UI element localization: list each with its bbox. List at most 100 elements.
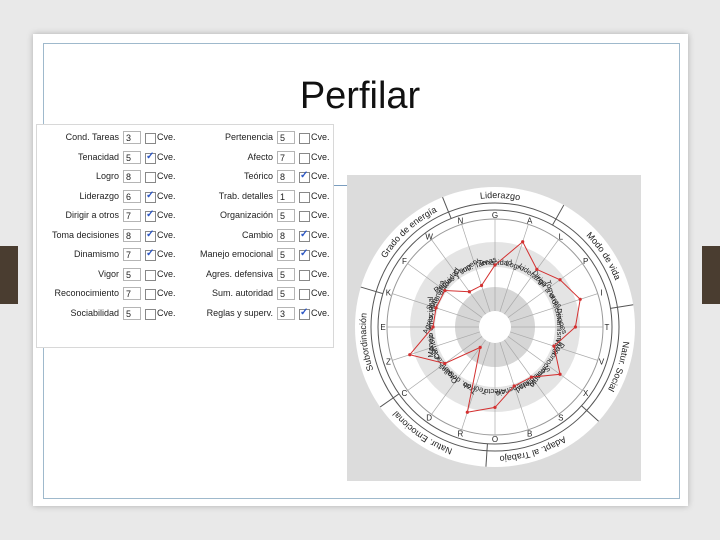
factor-form-panel: Cond. Tareas 3 Cve. Tenacidad 5 Cve. Logro 8 Cve… [36, 124, 334, 348]
factor-checkbox[interactable] [145, 308, 156, 320]
factor-value-input[interactable]: 1 [277, 189, 295, 203]
factor-value-input[interactable]: 3 [123, 131, 141, 144]
factor-value-input[interactable]: 5 [277, 248, 295, 261]
checkbox-label: Cve. [311, 288, 330, 298]
factor-checkbox[interactable] [299, 229, 310, 242]
profile-wheel: G A L P I T V X S B O R D C Z E K F W N Grado de energía Lide… [347, 175, 641, 481]
factor-checkbox[interactable] [299, 211, 310, 222]
profile-point [573, 325, 577, 329]
profile-point [493, 405, 497, 409]
checkbox-label: Cve. [311, 307, 330, 318]
factor-letter: O [492, 435, 498, 444]
profile-point [478, 345, 482, 349]
factor-label: Logro [95, 171, 119, 181]
factor-label: Cambio [241, 229, 273, 240]
factor-value-input[interactable]: 7 [123, 287, 141, 300]
profile-wheel-svg: GALPITVXSBORDCZEKFWNGrado de energíaLide… [355, 187, 635, 467]
factor-value-input[interactable]: 5 [277, 209, 295, 222]
factor-value-input[interactable]: 5 [123, 150, 141, 164]
factor-checkbox[interactable] [299, 289, 310, 300]
factor-checkbox[interactable] [145, 248, 156, 261]
factor-checkbox[interactable] [145, 289, 156, 300]
factor-label: Trab. detalles [218, 190, 273, 201]
profile-point [434, 306, 438, 310]
checkbox-label: Cve. [311, 210, 330, 220]
factor-checkbox[interactable] [299, 269, 310, 281]
factor-value-input[interactable]: 7 [123, 209, 141, 222]
checkbox-label: Cve. [157, 288, 176, 298]
factor-letter: P [583, 257, 588, 266]
factor-letter: V [599, 358, 605, 367]
checkbox-label: Cve. [157, 268, 176, 279]
profile-point [535, 267, 539, 271]
factor-value-input[interactable]: 8 [277, 170, 295, 183]
factor-value-input[interactable]: 8 [277, 228, 295, 242]
factor-value-input[interactable]: 5 [123, 306, 141, 320]
factor-letter: K [386, 288, 392, 297]
factor-letter: G [492, 211, 498, 220]
checkbox-label: Cve. [311, 132, 330, 142]
factor-value-input[interactable]: 5 [277, 131, 295, 144]
factor-letter: X [583, 389, 589, 398]
profile-point [558, 372, 562, 376]
left-edge-tab [0, 246, 18, 304]
factor-label: Reconocimiento [54, 288, 119, 298]
factor-checkbox[interactable] [299, 133, 310, 144]
factor-letter: A [527, 216, 533, 225]
factor-checkbox[interactable] [299, 307, 310, 320]
checkbox-label: Cve. [157, 190, 176, 201]
profile-point [467, 290, 471, 294]
factor-checkbox[interactable] [145, 190, 156, 203]
factor-label: Dinamismo [73, 249, 119, 259]
factor-checkbox[interactable] [299, 248, 310, 261]
profile-point [578, 297, 582, 301]
factor-checkbox[interactable] [145, 229, 156, 242]
factor-checkbox[interactable] [299, 191, 310, 203]
factor-letter: S [558, 414, 563, 423]
factor-label: Teórico [243, 171, 273, 181]
factor-value-input[interactable]: 6 [123, 189, 141, 203]
center-hub [479, 311, 511, 343]
factor-checkbox[interactable] [299, 152, 310, 164]
checkbox-label: Cve. [157, 307, 176, 318]
factor-checkbox[interactable] [145, 133, 156, 144]
factor-label: Agres. defensiva [205, 268, 273, 279]
factor-letter: R [457, 430, 463, 439]
factor-label: Toma decisiones [51, 229, 119, 240]
factor-checkbox[interactable] [145, 209, 156, 222]
checkbox-label: Cve. [157, 210, 176, 220]
factor-value-input[interactable]: 5 [123, 267, 141, 281]
checkbox-label: Cve. [157, 171, 176, 181]
profile-point [443, 361, 447, 366]
factor-letter: T [605, 323, 610, 332]
factor-checkbox[interactable] [299, 170, 310, 183]
factor-checkbox[interactable] [145, 172, 156, 183]
checkbox-label: Cve. [311, 171, 330, 181]
factor-label: Pertenencia [224, 132, 273, 142]
checkbox-label: Cve. [157, 132, 176, 142]
factor-value-input[interactable]: 7 [123, 248, 141, 261]
factor-checkbox[interactable] [145, 151, 156, 164]
factor-value-input[interactable]: 5 [277, 287, 295, 300]
factor-letter: L [559, 232, 564, 241]
factor-letter: W [425, 232, 433, 241]
factor-label: Sociabilidad [70, 307, 119, 318]
factor-label: Reglas y superv. [206, 307, 273, 318]
factor-letter: B [527, 430, 532, 439]
factor-value-input[interactable]: 8 [123, 170, 141, 183]
factor-letter: D [426, 414, 432, 423]
factor-label: Vigor [98, 268, 119, 279]
factor-value-input[interactable]: 5 [277, 267, 295, 281]
profile-point [493, 263, 497, 267]
slide-title: Perfilar [299, 75, 421, 117]
checkbox-label: Cve. [157, 249, 176, 259]
factor-label: Cond. Tareas [65, 132, 119, 142]
factor-value-input[interactable]: 3 [277, 306, 295, 320]
factor-label: Organización [219, 210, 273, 220]
checkbox-label: Cve. [311, 249, 330, 259]
factor-value-input[interactable]: 7 [277, 150, 295, 164]
factor-checkbox[interactable] [145, 269, 156, 281]
profile-point [443, 288, 447, 293]
profile-point [558, 278, 562, 282]
factor-value-input[interactable]: 8 [123, 228, 141, 242]
